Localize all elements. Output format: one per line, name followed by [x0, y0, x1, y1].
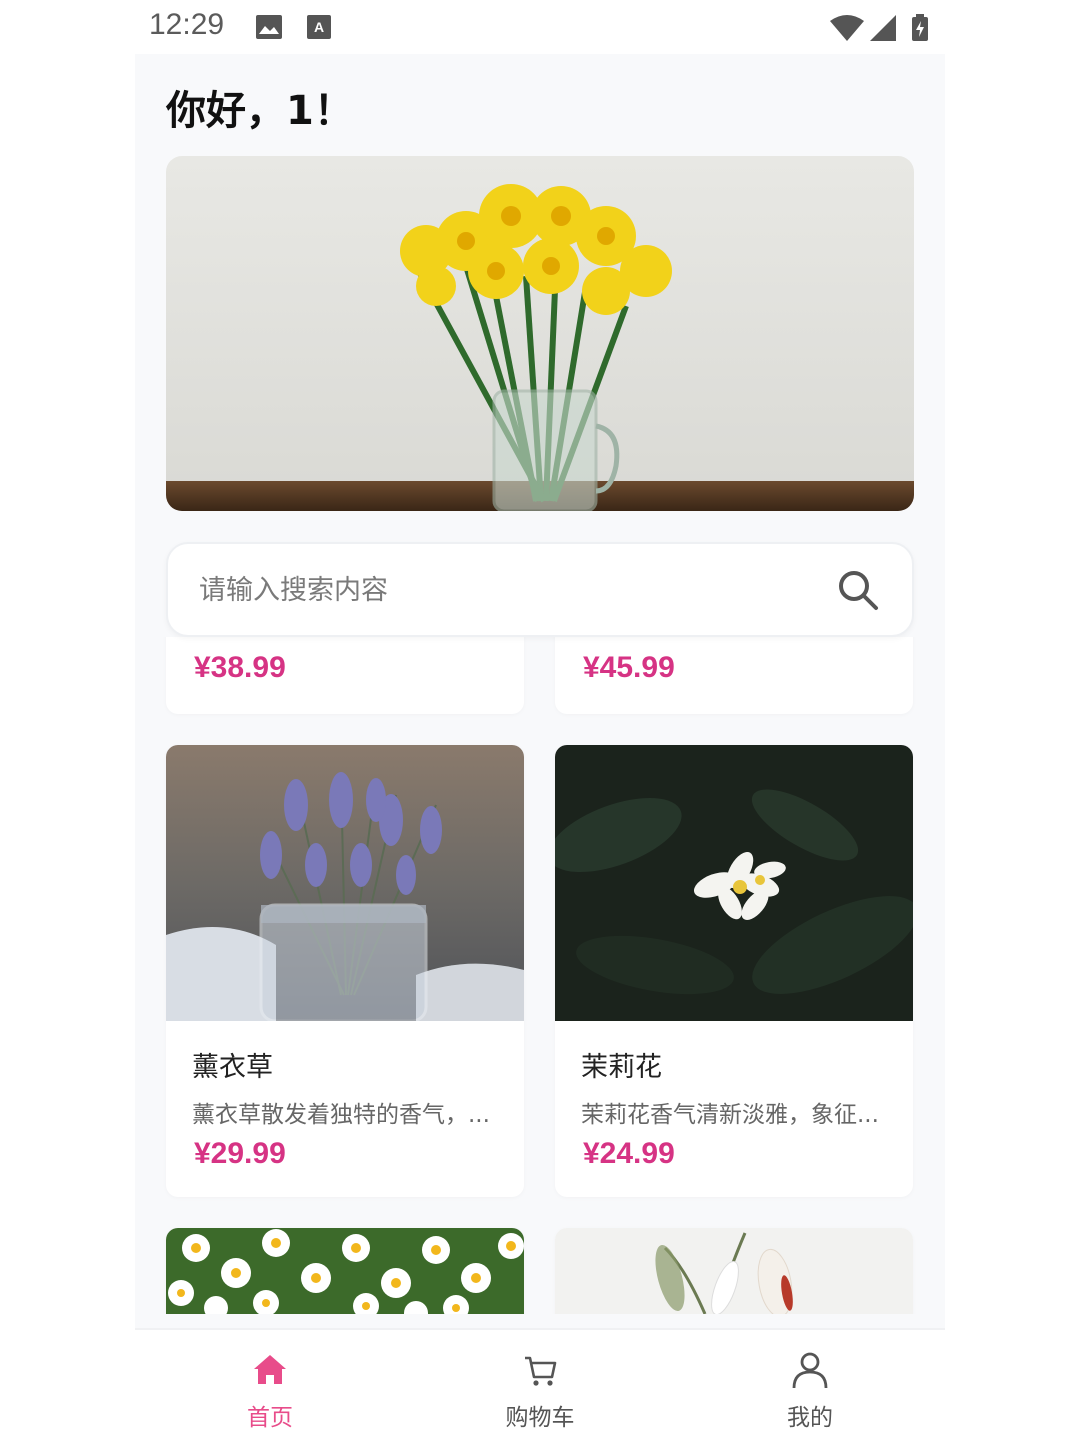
tab-label: 购物车 — [505, 1405, 575, 1431]
tab-cart[interactable]: 购物车 — [405, 1330, 675, 1440]
product-card[interactable]: ¥38.99 — [166, 637, 524, 714]
svg-text:A: A — [314, 19, 324, 35]
product-price: ¥29.99 — [194, 1137, 286, 1170]
keyboard-notification-icon: A — [307, 15, 331, 39]
search-input[interactable] — [199, 570, 799, 610]
banner-image[interactable] — [166, 156, 914, 511]
search-bar — [166, 542, 914, 637]
status-time: 12:29 — [149, 8, 225, 41]
product-card-daisy[interactable] — [166, 1228, 524, 1314]
greeting-title: 你好，1！ — [166, 88, 354, 134]
search-icon — [839, 571, 878, 610]
product-price: ¥24.99 — [583, 1137, 675, 1170]
tab-label: 首页 — [247, 1405, 293, 1431]
product-grid: ¥38.99 ¥45.99 薰衣草 薰衣草散发着独特的香气，... ¥29.99… — [135, 637, 945, 1314]
product-price: ¥45.99 — [583, 651, 675, 684]
tab-profile[interactable]: 我的 — [675, 1330, 945, 1440]
image-notification-icon — [256, 15, 282, 39]
product-description: 薰衣草散发着独特的香气，... — [192, 1102, 490, 1128]
home-icon — [254, 1355, 286, 1384]
product-price: ¥38.99 — [194, 651, 286, 684]
product-image — [166, 1228, 524, 1314]
product-card-lily[interactable] — [555, 1228, 913, 1314]
tab-home[interactable]: 首页 — [135, 1330, 405, 1440]
product-card-lavender[interactable]: 薰衣草 薰衣草散发着独特的香气，... ¥29.99 — [166, 745, 524, 1197]
app-screen: 12:29 A 你好，1！ 请输入搜索内容 ¥38.99 ¥45.99 薰衣草 … — [135, 0, 945, 1440]
user-icon — [792, 1352, 828, 1389]
product-card-jasmine[interactable]: 茉莉花 茉莉花香气清新淡雅，象征... ¥24.99 — [555, 745, 913, 1197]
cart-icon — [525, 1356, 557, 1386]
product-image — [166, 745, 524, 1021]
status-bar: 12:29 A — [135, 0, 945, 54]
product-description: 茉莉花香气清新淡雅，象征... — [581, 1102, 879, 1128]
search-button[interactable] — [834, 566, 882, 614]
cellular-signal-icon — [870, 15, 896, 41]
product-name: 薰衣草 — [192, 1052, 273, 1083]
product-image — [555, 745, 913, 1021]
product-name: 茉莉花 — [581, 1052, 662, 1083]
product-image — [555, 1228, 913, 1314]
tab-label: 我的 — [787, 1405, 833, 1431]
bottom-tab-bar: 首页 购物车 我的 — [135, 1328, 945, 1440]
product-card[interactable]: ¥45.99 — [555, 637, 913, 714]
wifi-icon — [830, 15, 864, 41]
battery-charging-icon — [912, 14, 928, 41]
